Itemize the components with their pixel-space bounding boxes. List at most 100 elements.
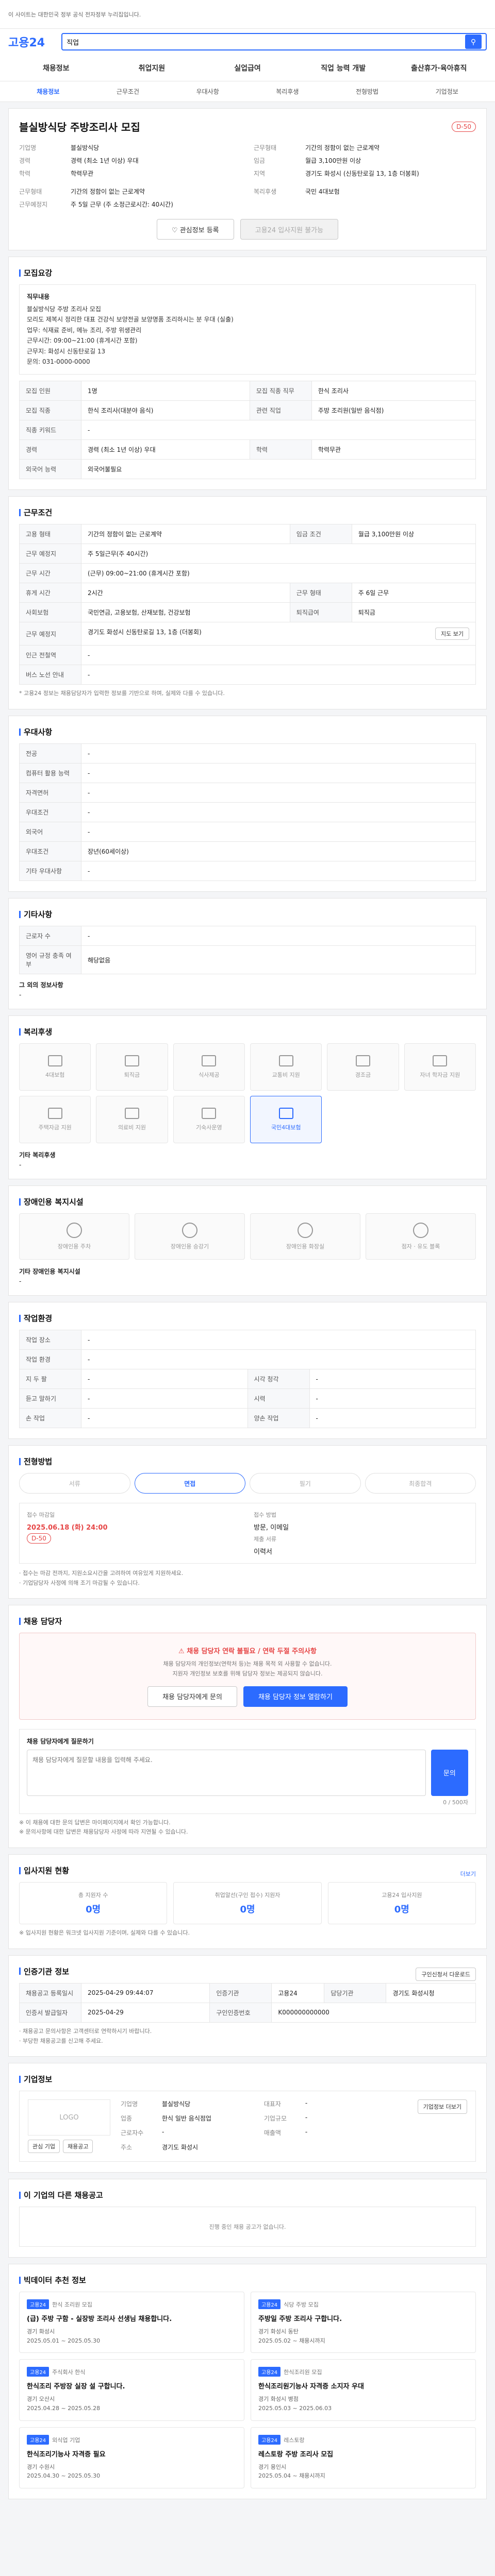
table-header-cell: 근무 예정지 bbox=[19, 622, 81, 646]
gnb-item-unemployment[interactable]: 실업급여 bbox=[200, 63, 295, 73]
company: 식당 주방 모집 bbox=[284, 2301, 319, 2309]
table-cell: - bbox=[81, 802, 476, 823]
tab-conditions[interactable]: 근무조건 bbox=[88, 87, 168, 96]
table-row: 근로자 수- bbox=[19, 926, 476, 946]
table-header-cell: 구인인증번호 bbox=[209, 2002, 272, 2023]
table-header-cell: 버스 노선 안내 bbox=[19, 665, 81, 685]
inquiry-textarea[interactable] bbox=[27, 1749, 426, 1796]
contact-note: ※ 문의사항에 대한 답변은 채용담당자 사정에 따라 지연될 수 있습니다. bbox=[19, 1828, 188, 1836]
stat-card: 총 지원자 수 0명 bbox=[19, 1882, 168, 1925]
tab-preferences[interactable]: 우대사항 bbox=[168, 87, 248, 96]
disability-item: 장애인용 주차 bbox=[19, 1213, 129, 1260]
label: 근무형태 bbox=[254, 144, 277, 151]
title: 한식조리원기능사 자격증 소지자 우대 bbox=[258, 2383, 364, 2391]
elevator-icon bbox=[182, 1223, 197, 1239]
table-row: 모집 직종 한식 조리사(대분야 음식) 관련 직업 주방 조리원(일반 음식점) bbox=[19, 400, 476, 421]
welfare-item: 기숙사운영 bbox=[173, 1096, 245, 1144]
map-button[interactable]: 지도 보기 bbox=[435, 628, 469, 640]
meta-table: 채용공고 등록일시 2025-04-29 09:44:07 인증기관 고용24 담당기관… bbox=[19, 1982, 476, 2023]
toilet-icon bbox=[298, 1223, 313, 1239]
table-cell: 고용24 bbox=[271, 1982, 325, 2003]
gnb-item-support[interactable]: 취업지원 bbox=[104, 63, 200, 73]
accent-bar bbox=[19, 2276, 21, 2284]
disability-section: 장애인용 복지시설 장애인용 주차 장애인용 승강기 장애인용 화장실 점자 ·… bbox=[8, 1185, 487, 1296]
recommend-grid: 고용24 한식 조리원 모집 (급) 주방 구함 - 실장방 조리사 선생님 채용합… bbox=[19, 2292, 476, 2488]
company-detail-button[interactable]: 기업정보 더보기 bbox=[417, 2099, 467, 2114]
table-header-cell: 외국어 bbox=[19, 822, 81, 842]
tag: 고용24 bbox=[27, 2434, 50, 2445]
table-header-cell: 모집 직종 직무 bbox=[249, 381, 312, 401]
label: 복리후생 bbox=[254, 188, 277, 195]
recommend-card[interactable]: 고용24 식당 주방 모집 주방일 주방 조리사 구합니다. 경기 화성시 동탄 202… bbox=[251, 2292, 476, 2353]
recommend-card[interactable]: 고용24 레스토랑 레스토랑 주방 조리사 모집 경기 용인시 2025.05.04 ~… bbox=[251, 2427, 476, 2488]
stats-more-link[interactable]: 더보기 bbox=[460, 1870, 476, 1878]
favorite-company-button[interactable]: 관심 기업 bbox=[28, 2140, 60, 2154]
others-table: 근로자 수- 영어 규정 충족 여부 해당없음 bbox=[19, 926, 476, 975]
step-final: 최종합격 bbox=[365, 1473, 476, 1494]
table-header-cell: 인근 전철역 bbox=[19, 645, 81, 666]
extra-value: - bbox=[19, 991, 22, 999]
insurance-icon bbox=[278, 1108, 293, 1120]
tab-company[interactable]: 기업정보 bbox=[407, 87, 487, 96]
table-header-cell: 작업 환경 bbox=[19, 1349, 81, 1370]
contact-inquiry-button[interactable]: 채용 담당자에게 문의 bbox=[147, 1686, 237, 1707]
scrap-button[interactable]: ♡ 관심정보 등록 bbox=[156, 219, 234, 240]
table-cell: - bbox=[309, 1388, 476, 1409]
table-header-cell: 모집 직종 bbox=[19, 400, 81, 421]
table-cell: - bbox=[309, 1369, 476, 1389]
table-header-cell: 컴퓨터 활용 능력 bbox=[19, 763, 81, 784]
search-button[interactable]: ⚲ bbox=[465, 35, 482, 49]
section-title: 이 기업의 다른 채용공고 bbox=[24, 2191, 103, 2200]
period-label: 접수 마감일 bbox=[27, 1512, 55, 1519]
gnb-item-leave[interactable]: 출산휴가·육아휴직 bbox=[391, 63, 487, 73]
tab-recruit[interactable]: 채용정보 bbox=[8, 87, 88, 96]
table-header-cell: 모집 인원 bbox=[19, 381, 81, 401]
inquiry-submit-button[interactable]: 문의 bbox=[431, 1749, 468, 1796]
table-row: 기타 우대사항 - bbox=[19, 861, 476, 882]
table-cell: 경기도 화성시청 bbox=[386, 1982, 476, 2003]
job-title: 블실방식당 주방조리사 모집 bbox=[19, 121, 140, 133]
tag: 고용24 bbox=[27, 2367, 50, 2377]
value: 학력무관 bbox=[71, 170, 94, 177]
table-header-cell: 근무 예정지 bbox=[19, 544, 81, 564]
apply-button[interactable]: 고용24 입사지원 불가능 bbox=[240, 219, 339, 240]
accent-bar bbox=[19, 1028, 21, 1036]
inquiry-label: 채용 담당자에게 질문하기 bbox=[27, 1737, 94, 1745]
tab-process[interactable]: 전형방법 bbox=[327, 87, 407, 96]
work-env-table: 작업 장소 - 작업 환경 - 지 두 팔 - 시각 청각 - 듣고 말하기 - 시력 - 손 … bbox=[19, 1330, 476, 1429]
extra-label: 기타 장애인용 복지시설 bbox=[19, 1268, 80, 1276]
recommend-card[interactable]: 고용24 외식업 기업 한식조리기능사 자격증 필요 경기 수원시 2025.04.30… bbox=[19, 2427, 244, 2488]
location: 경기 화성시 병점 bbox=[258, 2396, 299, 2403]
table-header-cell: 손 작업 bbox=[19, 1408, 81, 1429]
table-row: 모집 인원 1명 모집 직종 직무 한식 조리사 bbox=[19, 381, 476, 401]
table-cell: 경기도 화성시 신동탄로길 13, 1층 (더봉회) 지도 보기 bbox=[81, 622, 476, 646]
warning-icon: ⚠ bbox=[178, 1648, 185, 1656]
gnb-item-training[interactable]: 직업 능력 개발 bbox=[295, 63, 391, 73]
welfare-item: 4대보험 bbox=[19, 1043, 91, 1091]
table-row: 작업 장소 - bbox=[19, 1330, 476, 1350]
recommend-card[interactable]: 고용24 한식 조리원 모집 (급) 주방 구함 - 실장방 조리사 선생님 채용합… bbox=[19, 2292, 244, 2353]
download-button[interactable]: 구인신청서 다운로드 bbox=[416, 1968, 476, 1981]
table-cell: - bbox=[81, 1369, 248, 1389]
company-info: 기업명 블실방식당 대표자 - 업종 한식 일반 음식점업 기업규모 - 근로자수 - 매… bbox=[121, 2099, 308, 2151]
value: 주 5일 근무 (주 소정근로시간: 40시간) bbox=[71, 201, 173, 208]
table-row: 자격면허 - bbox=[19, 783, 476, 803]
contact-view-button[interactable]: 채용 담당자 정보 열람하기 bbox=[243, 1686, 348, 1707]
recommend-card[interactable]: 고용24 주식회사 한식 한식조리 주방장 실장 설 구합니다. 경기 오산시 2025… bbox=[19, 2359, 244, 2421]
table-row: 외국어 - bbox=[19, 822, 476, 842]
company-jobs-button[interactable]: 채용공고 bbox=[62, 2140, 93, 2154]
table-header-cell: 우대조건 bbox=[19, 841, 81, 862]
gnb-item-jobs[interactable]: 채용정보 bbox=[8, 63, 104, 73]
preferences-table: 전공 - 컴퓨터 활용 능력 - 자격면허 - 우대조건 - 외국어 - 우대조건 장년(6… bbox=[19, 743, 476, 882]
table-cell: - bbox=[81, 1388, 248, 1409]
company: 한식 조리원 모집 bbox=[52, 2301, 92, 2309]
tab-welfare[interactable]: 복리후생 bbox=[248, 87, 327, 96]
section-title: 입사지원 현황 bbox=[24, 1866, 70, 1876]
welfare-grid: 4대보험 퇴직금 식사제공 교통비 지원 경조금 자녀 학자금 지원 주택자금 … bbox=[19, 1043, 476, 1144]
logo[interactable]: 고용24 bbox=[8, 33, 45, 50]
recommend-card[interactable]: 고용24 한식조리원 모집 한식조리원기능사 자격증 소지자 우대 경기 화성시 병점… bbox=[251, 2359, 476, 2421]
meta-note: · 채용공고 문의사항은 고객센터로 연락하시기 바랍니다. · 부당한 채용공… bbox=[19, 2027, 152, 2044]
table-row: 채용공고 등록일시 2025-04-29 09:44:07 인증기관 고용24 담당기관… bbox=[19, 1982, 476, 2003]
recruit-table: 모집 인원 1명 모집 직종 직무 한식 조리사 모집 직종 한식 조리사(대분야 음식… bbox=[19, 381, 476, 480]
search-input[interactable] bbox=[67, 38, 461, 46]
